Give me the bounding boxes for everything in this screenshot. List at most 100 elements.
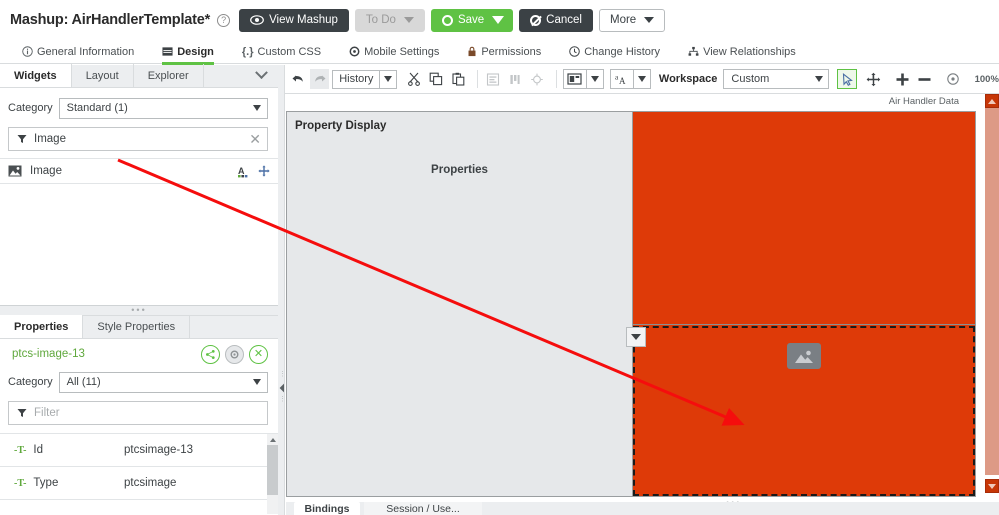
properties-panel-tabs: Properties Style Properties bbox=[0, 315, 278, 339]
property-category-label: Category bbox=[8, 376, 53, 388]
bind-icon[interactable] bbox=[201, 344, 220, 364]
history-chevron-down-icon[interactable] bbox=[379, 70, 396, 88]
minus-icon bbox=[918, 77, 931, 81]
view-mashup-button[interactable]: View Mashup bbox=[239, 8, 349, 32]
tab-change-history[interactable]: Change History bbox=[569, 40, 660, 64]
widget-category-value: Standard (1) bbox=[66, 102, 128, 114]
history-dropdown[interactable]: History bbox=[332, 69, 398, 89]
properties-label: Properties bbox=[431, 164, 488, 176]
tab-session-use[interactable]: Session / Use... bbox=[364, 502, 482, 515]
save-label: Save bbox=[457, 14, 485, 26]
lock-icon bbox=[467, 46, 477, 57]
tab-widgets[interactable]: Widgets bbox=[0, 64, 72, 87]
widgets-pane: Category Standard (1) Image ✕ Image A bbox=[0, 97, 278, 306]
tab-change-history-label: Change History bbox=[584, 45, 661, 58]
tab-view-relationships-label: View Relationships bbox=[703, 45, 796, 58]
workspace-select[interactable]: Custom bbox=[723, 69, 830, 89]
undo-icon[interactable] bbox=[288, 69, 307, 89]
pan-tool[interactable] bbox=[864, 69, 883, 89]
paste-icon[interactable] bbox=[449, 69, 468, 89]
caret-down-icon bbox=[631, 334, 641, 340]
tab-style-properties[interactable]: Style Properties bbox=[83, 315, 191, 338]
gear-icon bbox=[349, 46, 360, 57]
scrollbar-thumb[interactable] bbox=[267, 445, 278, 495]
property-display-title: Property Display bbox=[295, 120, 387, 132]
tab-permissions[interactable]: Permissions bbox=[467, 40, 541, 64]
cut-icon[interactable] bbox=[404, 69, 423, 89]
cancel-button[interactable]: Cancel bbox=[519, 8, 593, 32]
zoom-reset-button[interactable] bbox=[944, 69, 963, 89]
tab-session-use-label: Session / Use... bbox=[386, 502, 460, 515]
scroll-down-button[interactable] bbox=[985, 479, 999, 493]
property-list-scrollbar[interactable] bbox=[267, 434, 278, 514]
tab-general-information[interactable]: General Information bbox=[22, 40, 134, 64]
workspace-value: Custom bbox=[731, 73, 770, 85]
splitter-grip: ••• bbox=[131, 305, 147, 315]
text-style-chevron-down-icon[interactable] bbox=[632, 70, 650, 88]
property-filter-input[interactable]: Filter bbox=[8, 401, 268, 425]
property-display-container[interactable]: Property Display Properties bbox=[287, 112, 633, 496]
distribute-icon bbox=[528, 69, 547, 89]
widget-list-item-image[interactable]: Image A bbox=[0, 159, 278, 184]
property-row-id[interactable]: -T- Id ptcsimage-13 bbox=[0, 434, 278, 467]
scroll-up-icon[interactable] bbox=[267, 434, 278, 445]
layout-tool-dropdown[interactable] bbox=[562, 69, 604, 89]
more-button[interactable]: More bbox=[598, 8, 666, 32]
funnel-icon bbox=[17, 135, 27, 143]
save-chevron-down-icon[interactable] bbox=[492, 16, 505, 24]
scroll-up-button[interactable] bbox=[985, 94, 999, 108]
widget-search-input[interactable]: Image ✕ bbox=[8, 127, 268, 151]
tab-custom-css[interactable]: {.} Custom CSS bbox=[242, 40, 321, 64]
tab-layout[interactable]: Layout bbox=[72, 64, 134, 87]
gear-icon[interactable] bbox=[225, 344, 244, 364]
tab-style-properties-label: Style Properties bbox=[97, 320, 176, 333]
canvas-header: Air Handler Data bbox=[286, 94, 999, 111]
todo-button[interactable]: To Do bbox=[354, 8, 425, 32]
tab-view-relationships[interactable]: View Relationships bbox=[688, 40, 796, 64]
sub-navigation: General Information Design {.} Custom CS… bbox=[0, 40, 999, 65]
ban-icon bbox=[530, 14, 542, 26]
target-icon bbox=[947, 73, 959, 85]
zoom-out-button[interactable] bbox=[915, 69, 934, 89]
property-category-value: All (11) bbox=[66, 376, 101, 388]
tab-properties[interactable]: Properties bbox=[0, 315, 84, 338]
property-filter-placeholder: Filter bbox=[34, 407, 60, 419]
canvas-vertical-scrollbar[interactable] bbox=[985, 94, 999, 515]
scrollbar-track[interactable] bbox=[985, 108, 999, 475]
save-circle-icon bbox=[441, 14, 453, 26]
clear-search-icon[interactable]: ✕ bbox=[249, 132, 261, 146]
tab-explorer[interactable]: Explorer bbox=[134, 64, 204, 87]
red-panel-top[interactable] bbox=[633, 112, 975, 325]
zoom-in-button[interactable] bbox=[893, 69, 912, 89]
close-icon[interactable]: ✕ bbox=[249, 344, 268, 364]
tab-layout-label: Layout bbox=[85, 69, 119, 82]
property-row-type[interactable]: -T- Type ptcsimage bbox=[0, 467, 278, 500]
redo-icon[interactable] bbox=[310, 69, 330, 89]
funnel-icon bbox=[17, 409, 27, 417]
widget-search-value: Image bbox=[34, 133, 66, 145]
widget-dropdown-button[interactable] bbox=[626, 327, 646, 347]
save-button[interactable]: Save bbox=[430, 8, 514, 32]
selected-image-widget[interactable] bbox=[633, 326, 975, 496]
view-mashup-label: View Mashup bbox=[269, 14, 338, 26]
panel-divider[interactable] bbox=[278, 65, 285, 515]
property-category-select[interactable]: All (11) bbox=[58, 371, 268, 393]
tab-design[interactable]: Design bbox=[162, 40, 214, 65]
zoom-level: 100% bbox=[974, 73, 999, 85]
cursor-select-icon bbox=[842, 72, 853, 86]
tab-bindings[interactable]: Bindings bbox=[294, 502, 360, 515]
layout-tool-chevron-down-icon[interactable] bbox=[585, 70, 603, 88]
move-icon[interactable] bbox=[258, 165, 270, 177]
cursor-select-tool[interactable] bbox=[837, 69, 858, 89]
widget-category-select[interactable]: Standard (1) bbox=[58, 97, 268, 119]
tab-properties-label: Properties bbox=[14, 320, 69, 333]
help-circle-icon[interactable]: ? bbox=[217, 13, 231, 27]
collapse-left-panel-handle[interactable] bbox=[277, 382, 286, 393]
text-style-dropdown[interactable]: aA bbox=[609, 69, 651, 89]
mashup-layout: Property Display Properties bbox=[286, 111, 976, 497]
tab-mobile-settings[interactable]: Mobile Settings bbox=[349, 40, 439, 64]
collapse-panel-button[interactable] bbox=[244, 64, 278, 87]
copy-icon[interactable] bbox=[427, 69, 446, 89]
a-icon[interactable]: A bbox=[237, 165, 251, 178]
property-row-partial[interactable] bbox=[0, 500, 278, 515]
